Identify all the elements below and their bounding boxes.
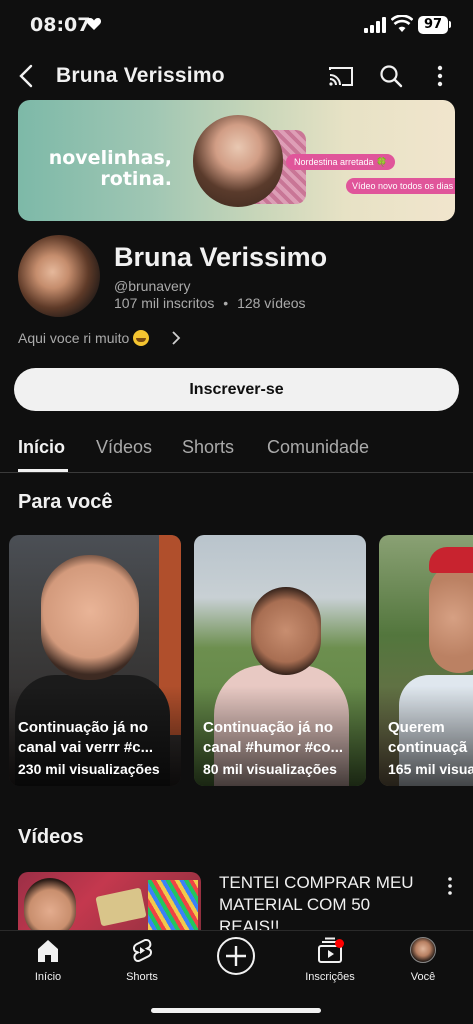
subscriber-count: 107 mil inscritos <box>114 295 215 311</box>
banner-text: novelinhas, rotina. <box>40 148 172 190</box>
channel-tabs: Início Vídeos Shorts Comunidade <box>0 425 473 473</box>
thumbnail-art <box>148 880 198 930</box>
signal-icon <box>364 17 386 33</box>
description-text: Aqui voce ri muito <box>18 330 130 346</box>
shorts-icon <box>133 939 152 963</box>
short-title-line: continuaçã <box>388 739 468 756</box>
more-vertical-icon[interactable] <box>442 875 458 897</box>
nav-label: Início <box>34 971 62 983</box>
banner-text-line1: novelinhas, <box>48 147 172 169</box>
avatar <box>410 937 436 963</box>
nav-item-inicio[interactable]: Início <box>8 937 88 983</box>
short-title-line: Querem <box>388 719 445 736</box>
tab-videos[interactable]: Vídeos <box>96 437 152 458</box>
nav-item-voce[interactable]: Você <box>383 937 463 983</box>
short-views: 165 mil visua <box>388 761 473 777</box>
video-title[interactable]: TENTEI COMPRAR MEU MATERIAL COM 50 REAIS… <box>219 872 424 930</box>
short-title: Querem continuaçã <box>388 718 473 758</box>
channel-avatar[interactable] <box>18 235 100 317</box>
active-tab-indicator <box>18 469 68 472</box>
thumbnail-art <box>429 547 473 573</box>
home-indicator <box>151 1008 321 1013</box>
channel-name: Bruna Verissimo <box>114 242 328 272</box>
short-card[interactable]: Continuação já no canal #humor #co... 80… <box>194 535 366 786</box>
search-icon[interactable] <box>378 63 404 89</box>
video-thumbnail[interactable] <box>18 872 201 930</box>
short-title-line: canal #humor #co... <box>203 739 344 756</box>
video-count: 128 vídeos <box>237 295 306 311</box>
status-time: 08:07 <box>30 14 91 36</box>
stats-separator: • <box>223 295 229 311</box>
battery-indicator: 97 <box>418 16 448 34</box>
nav-label: Você <box>410 971 436 983</box>
create-button[interactable] <box>217 937 255 975</box>
short-card[interactable]: Continuação já no canal vai verrr #c... … <box>9 535 181 786</box>
nav-label: Shorts <box>126 971 158 983</box>
thumbnail-art <box>95 887 147 927</box>
back-icon[interactable] <box>16 63 38 89</box>
banner-text-line2: rotina. <box>100 168 172 190</box>
short-title: Continuação já no canal vai verrr #c... <box>18 718 178 758</box>
chevron-right-icon[interactable] <box>170 330 182 346</box>
channel-description[interactable]: Aqui voce ri muito <box>18 330 150 346</box>
banner-pill: Nordestina arretada 🍀 <box>286 154 396 170</box>
short-title-line: canal vai verrr #c... <box>18 739 154 756</box>
thumbnail-art <box>41 555 139 680</box>
banner-photo <box>193 115 283 207</box>
short-title-line: Continuação já no <box>18 719 149 736</box>
nav-label: Inscrições <box>305 971 355 983</box>
thumbnail-art <box>251 587 321 675</box>
short-title-line: Continuação já no <box>203 719 334 736</box>
section-title-videos: Vídeos <box>18 826 84 848</box>
channel-banner: novelinhas, rotina. Nordestina arretada … <box>18 100 455 221</box>
thumbnail-art <box>429 563 473 673</box>
section-title-for-you: Para você <box>18 491 113 513</box>
heart-icon <box>86 18 102 30</box>
channel-stats: 107 mil inscritos • 128 vídeos <box>114 295 306 311</box>
grin-emoji-icon <box>133 330 150 346</box>
battery-tip <box>449 21 451 28</box>
wifi-icon <box>391 15 413 32</box>
short-views: 230 mil visualizações <box>18 761 160 777</box>
tab-inicio[interactable]: Início <box>18 437 65 458</box>
subscribe-button[interactable]: Inscrever-se <box>14 368 459 411</box>
status-bar: 08:07 97 <box>0 0 473 50</box>
short-title: Continuação já no canal #humor #co... <box>203 718 363 758</box>
nav-item-shorts[interactable]: Shorts <box>102 937 182 983</box>
short-views: 80 mil visualizações <box>203 761 337 777</box>
short-card[interactable]: Querem continuaçã 165 mil visua <box>379 535 473 786</box>
notification-dot <box>335 939 344 948</box>
page-title: Bruna Verissimo <box>56 64 225 87</box>
tab-shorts[interactable]: Shorts <box>182 437 234 458</box>
more-vertical-icon[interactable] <box>430 63 450 89</box>
nav-item-inscricoes[interactable]: Inscrições <box>290 937 370 983</box>
channel-handle: @brunavery <box>114 278 191 294</box>
home-icon <box>38 940 58 962</box>
top-bar: Bruna Verissimo <box>0 55 473 99</box>
thumbnail-art <box>24 878 76 930</box>
cast-icon[interactable] <box>328 65 354 87</box>
tab-comunidade[interactable]: Comunidade <box>267 437 369 458</box>
banner-pill: Vídeo novo todos os dias <box>346 178 455 194</box>
plus-icon <box>226 946 246 966</box>
